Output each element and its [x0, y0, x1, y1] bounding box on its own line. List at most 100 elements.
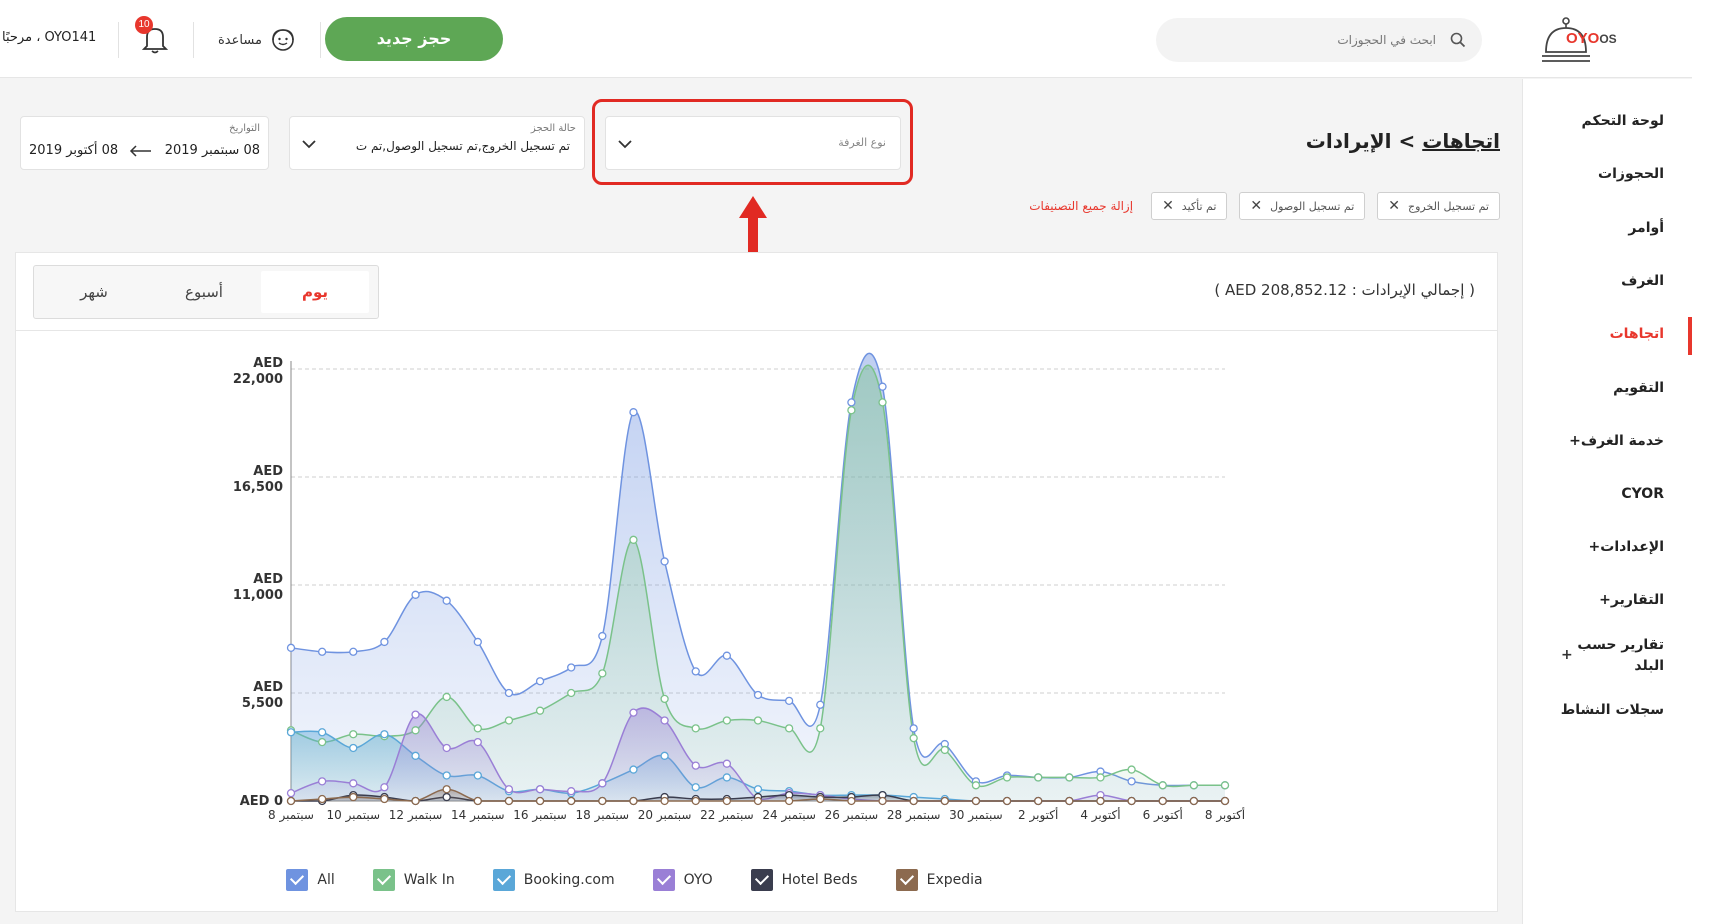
data-point: [722, 796, 732, 806]
data-point: [691, 783, 700, 792]
sidebar-item-calendar[interactable]: التقويم: [1613, 380, 1664, 396]
search-bar: [1156, 18, 1482, 62]
clear-all-filters-link[interactable]: إزالة جميع التصنيفات: [1029, 199, 1133, 213]
sidebar-item-reports[interactable]: التقارير+: [1599, 592, 1664, 608]
data-point: [753, 796, 763, 806]
sidebar-item-settings[interactable]: الإعدادات+: [1589, 539, 1664, 555]
filter-chip[interactable]: تم تأكيد ✕: [1151, 192, 1228, 220]
checkbox-icon[interactable]: [895, 869, 918, 891]
data-point: [567, 688, 576, 698]
notification-badge: 10: [135, 16, 153, 34]
sidebar-item-cyor[interactable]: CYOR: [1621, 486, 1664, 502]
data-point: [598, 796, 607, 806]
data-point: [722, 716, 732, 725]
data-point: [535, 785, 545, 794]
sidebar-item-bookings[interactable]: الحجوزات: [1598, 166, 1664, 182]
data-point: [691, 796, 700, 806]
period-tabs: يوم أسبوع شهر: [33, 265, 379, 319]
data-point: [349, 647, 358, 656]
room-type-select[interactable]: نوع الغرفة: [605, 116, 901, 170]
legend-item[interactable]: OYO: [652, 869, 713, 891]
checkbox-icon[interactable]: [492, 869, 515, 891]
booking-status-select[interactable]: حالة الحجز تم تسجيل الخروج,تم تسجيل الوص…: [289, 116, 585, 170]
expand-plus-icon[interactable]: +: [1561, 647, 1573, 663]
legend-label: OYO: [683, 872, 713, 888]
legend-item[interactable]: Hotel Beds: [750, 869, 858, 891]
x-tick-label: 6 أكتوبر: [1143, 807, 1183, 823]
legend-label: All: [317, 872, 335, 888]
tab-week[interactable]: أسبوع: [150, 271, 258, 313]
checkbox-icon[interactable]: [652, 869, 675, 891]
data-point: [598, 631, 607, 641]
data-point: [598, 779, 607, 788]
data-point: [349, 730, 358, 739]
data-point: [1002, 796, 1012, 806]
filter-chip[interactable]: تم تسجيل الخروج ✕: [1377, 192, 1500, 220]
y-tick-label: 22,000: [233, 372, 283, 387]
breadcrumb-parent-link[interactable]: اتجاهات: [1422, 129, 1500, 153]
data-point: [1034, 796, 1043, 806]
checkbox-icon[interactable]: [372, 869, 395, 891]
sidebar-item-activity-logs[interactable]: سجلات النشاط: [1561, 702, 1664, 718]
data-point: [349, 743, 358, 753]
data-point: [317, 794, 327, 804]
legend-item[interactable]: Walk In: [372, 869, 455, 891]
user-greeting[interactable]: مرحبًا ، OYO141: [2, 30, 96, 45]
date-to: 08 أكتوبر 2019: [29, 143, 119, 158]
data-point: [816, 700, 825, 709]
legend-item[interactable]: Booking.com: [492, 869, 615, 891]
sidebar-item-country-reports[interactable]: تقارير حسب: [1577, 637, 1664, 653]
sidebar-item-trends[interactable]: اتجاهات: [1610, 326, 1664, 342]
data-point: [598, 669, 607, 678]
close-icon[interactable]: ✕: [1162, 198, 1174, 214]
data-point: [442, 771, 451, 780]
date-range-picker[interactable]: التواريخ 08 سبتمبر 2019 08 أكتوبر 2019: [20, 116, 269, 170]
data-point: [816, 794, 825, 804]
data-point: [286, 643, 296, 652]
sidebar-item-dashboard[interactable]: لوحة التحكم: [1582, 113, 1664, 129]
data-point: [1158, 781, 1167, 790]
data-point: [567, 787, 576, 796]
close-icon[interactable]: ✕: [1250, 198, 1262, 214]
chip-label: تم تسجيل الوصول: [1270, 199, 1355, 213]
data-point: [317, 777, 327, 786]
breadcrumb: اتجاهات > الإيرادات: [1306, 129, 1500, 153]
help-label: مساعدة: [218, 32, 262, 48]
checkbox-icon[interactable]: [750, 869, 773, 891]
data-point: [317, 737, 327, 747]
breadcrumb-current: الإيرادات: [1305, 129, 1392, 153]
data-point: [878, 796, 887, 806]
sidebar-item-room-service[interactable]: خدمة الغرف+: [1569, 433, 1664, 449]
data-point: [317, 647, 327, 656]
data-point: [504, 785, 514, 794]
data-point: [784, 796, 794, 806]
search-input[interactable]: [1176, 18, 1436, 62]
legend-item[interactable]: All: [286, 869, 335, 891]
breadcrumb-separator: >: [1398, 129, 1416, 153]
close-icon[interactable]: ✕: [1388, 198, 1400, 214]
data-point: [909, 724, 918, 733]
tab-month[interactable]: شهر: [40, 271, 148, 313]
sidebar-item-rooms[interactable]: الغرف: [1621, 273, 1664, 289]
legend-label: Hotel Beds: [781, 872, 858, 888]
data-point: [349, 792, 358, 802]
sidebar-item-orders[interactable]: أوامر: [1628, 220, 1664, 236]
sidebar-item-country-reports-line2[interactable]: البلد: [1634, 658, 1664, 674]
filter-chip[interactable]: تم تسجيل الوصول ✕: [1239, 192, 1366, 220]
y-tick-label: 16,500: [233, 480, 283, 495]
new-booking-button[interactable]: حجز جديد: [325, 17, 503, 61]
data-point: [660, 796, 669, 806]
tab-day[interactable]: يوم: [261, 271, 369, 313]
revenue-card: يوم أسبوع شهر ( إجمالي الإيرادات : AED 2…: [15, 252, 1498, 912]
checkbox-icon[interactable]: [286, 869, 309, 891]
legend-item[interactable]: Expedia: [895, 869, 983, 891]
data-point: [442, 792, 451, 802]
data-point: [473, 737, 482, 747]
x-tick-label: 20 سبتمبر: [638, 808, 692, 823]
scrollbar[interactable]: [1692, 0, 1710, 924]
data-point: [971, 796, 981, 806]
data-point: [286, 796, 296, 806]
data-point: [753, 716, 763, 725]
help-button[interactable]: مساعدة: [218, 26, 296, 54]
data-point: [411, 751, 420, 760]
